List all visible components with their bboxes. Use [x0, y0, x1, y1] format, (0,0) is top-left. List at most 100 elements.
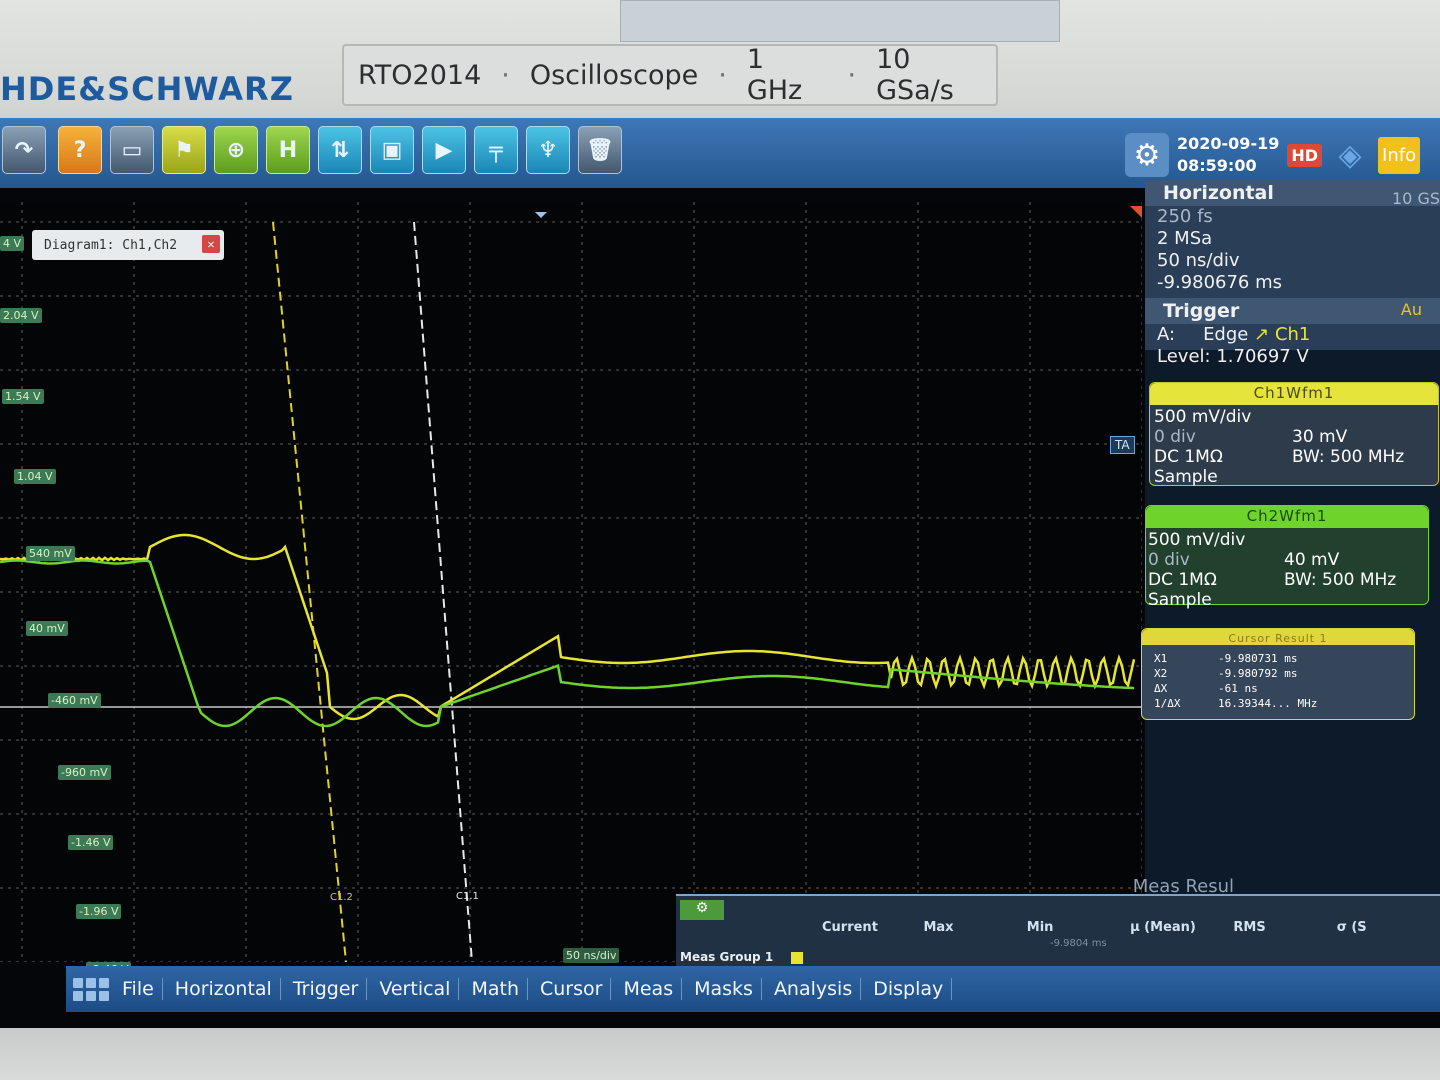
menu-cursor[interactable]: Cursor: [532, 978, 612, 1000]
separator: ·: [718, 59, 727, 91]
cursor-result-value: -61 ns: [1218, 682, 1258, 695]
trigger-channel: Ch1: [1274, 324, 1311, 345]
open-file-icon: ▭: [121, 137, 143, 163]
open-file-button[interactable]: ▭: [110, 126, 154, 174]
ch2-mode: Sample: [1148, 590, 1212, 610]
time: 08:59:00: [1177, 156, 1257, 175]
trigger-position-marker[interactable]: [535, 212, 547, 218]
trigger-source: A:: [1157, 324, 1176, 345]
menu-analysis[interactable]: Analysis: [766, 978, 862, 1000]
ch1-offset: 0 div: [1154, 427, 1196, 447]
delete-icon: 🗑: [586, 137, 614, 163]
meas-columns: Current Max Min μ (Mean) RMS σ (S: [822, 920, 1367, 935]
hd-badge[interactable]: HD: [1287, 143, 1323, 167]
rising-edge-icon: ↗: [1254, 324, 1270, 345]
trigger-title[interactable]: Trigger Au: [1145, 298, 1440, 324]
model-name: RTO2014: [358, 59, 482, 91]
volt-label: 2.04 V: [0, 308, 42, 323]
separator: ·: [847, 59, 857, 91]
ch1-params-right: 30 mV BW: 500 MHz: [1292, 427, 1404, 467]
meas-title: Meas Resul: [1132, 876, 1234, 897]
menu-vertical[interactable]: Vertical: [371, 978, 460, 1000]
sample-time: 250 fs: [1157, 206, 1213, 227]
help-icon: ?: [73, 137, 87, 163]
horizontal-position: -9.980676 ms: [1157, 272, 1283, 293]
diagram-tab[interactable]: Diagram1: Ch1,Ch2 ✕: [32, 230, 224, 260]
graticule: [0, 202, 1143, 963]
cursor-result-value: -9.980731 ms: [1218, 652, 1298, 665]
timebase-label: 50 ns/div: [563, 948, 620, 963]
menu-file[interactable]: File: [114, 978, 163, 1000]
volt-label: -960 mV: [58, 765, 111, 780]
delete-button[interactable]: 🗑: [578, 126, 622, 174]
waveform-diagram[interactable]: [0, 202, 1143, 963]
volt-label: 40 mV: [26, 621, 68, 636]
horizontal-panel[interactable]: Horizontal 250 fs 10 GS 2 MSa 50 ns/div …: [1145, 180, 1440, 367]
measure-button[interactable]: ⇅: [318, 126, 362, 174]
rate: 10 GS: [1392, 189, 1440, 208]
ch1-info-box[interactable]: Ch1Wfm1 500 mV/div 0 div DC 1MΩ Sample 3…: [1149, 382, 1439, 487]
history-button[interactable]: H: [266, 126, 310, 174]
help-button[interactable]: ?: [58, 126, 102, 174]
ch1-coupling: DC 1MΩ: [1154, 447, 1223, 467]
zoom-icon: ⊕: [226, 137, 246, 163]
close-icon[interactable]: ✕: [202, 235, 220, 253]
menu-display[interactable]: Display: [865, 978, 953, 1000]
cursor-result-value: -9.980792 ms: [1218, 667, 1298, 680]
menu-trigger[interactable]: Trigger: [285, 978, 368, 1000]
cursor-line-c12[interactable]: [272, 221, 347, 963]
record-length: 2 MSa: [1157, 228, 1213, 249]
ch2-waveform: [0, 559, 1135, 728]
cursor-result-row: X2 -9.980792 ms: [1142, 666, 1414, 681]
histogram-button[interactable]: ♆: [526, 126, 570, 174]
cursor-result-row: ΔX -61 ns: [1142, 681, 1414, 696]
trigger-level-row: Level: 1.70697 V: [1145, 346, 1440, 368]
menu-bar: File Horizontal Trigger Vertical Math Cursor M…: [66, 966, 1440, 1012]
meas-min-hint: -9.9804 ms: [1050, 938, 1107, 949]
mask-button[interactable]: ▶: [422, 126, 466, 174]
info-button[interactable]: Info: [1378, 136, 1421, 174]
model-bandwidth: 1 GHz: [746, 44, 803, 106]
waveform-svg: [0, 202, 1143, 963]
volt-label: 540 mV: [26, 546, 75, 561]
menu-horizontal[interactable]: Horizontal: [167, 978, 281, 1000]
gear-icon[interactable]: ⚙: [680, 900, 724, 920]
undo-icon: ↷: [14, 137, 34, 163]
menu-math[interactable]: Math: [463, 978, 528, 1000]
menu-masks[interactable]: Masks: [686, 978, 762, 1000]
ch1-title: Ch1Wfm1: [1150, 383, 1438, 405]
app-grid-icon[interactable]: [72, 974, 110, 1004]
ch2-title: Ch2Wfm1: [1146, 506, 1428, 528]
volt-label: 4 V: [0, 236, 25, 251]
cursor-label-c11: C1.1: [456, 891, 479, 902]
menu-meas[interactable]: Meas: [615, 978, 683, 1000]
ch2-info-box[interactable]: Ch2Wfm1 500 mV/div 0 div DC 1MΩ Sample 4…: [1145, 505, 1429, 610]
trigger-level-marker[interactable]: TA: [1110, 436, 1135, 454]
cursor-result-box[interactable]: Cursor Result 1 X1 -9.980731 ms X2 -9.98079…: [1141, 628, 1415, 720]
ch1-params-left: 500 mV/div 0 div DC 1MΩ Sample: [1154, 407, 1314, 487]
cursor-result-rows: X1 -9.980731 ms X2 -9.980792 ms ΔX -61 ns 1/ΔX…: [1142, 651, 1414, 711]
ch1-position: 30 mV: [1292, 427, 1348, 447]
scope-screen: ↷? ▭ ⚑ ⊕ H ⇅ ▣ ▶ ╤ ♆ 🗑 ⚙ 2020-09-19 08:59:00 HD ◈ …: [0, 118, 1440, 1028]
undo-button[interactable]: ↷: [2, 126, 46, 174]
meas-results-panel[interactable]: Meas Resul ⚙ Current Max Min μ (Mean) RMS σ (…: [676, 876, 1440, 966]
signal-flag-button[interactable]: ⚑: [162, 126, 206, 174]
volt-label: 1.54 V: [2, 389, 44, 404]
cursor-result-label: ΔX: [1154, 682, 1168, 695]
status-area: ⚙ 2020-09-19 08:59:00 HD ◈ Info: [1125, 124, 1440, 186]
ch1-mode: Sample: [1154, 467, 1218, 487]
cursor-result-row: 1/ΔX 16.39344... MHz: [1142, 696, 1414, 711]
time-scale: 50 ns/div: [1157, 250, 1240, 271]
datetime: 2020-09-19 08:59:00: [1177, 133, 1279, 177]
side-panel: Horizontal 250 fs 10 GS 2 MSa 50 ns/div …: [1141, 180, 1440, 960]
cursor-line-c11[interactable]: [413, 221, 473, 963]
cursor-button[interactable]: ╤: [474, 126, 518, 174]
histogram-icon: ♆: [538, 137, 558, 163]
meas-group-label: Meas Group 1: [680, 950, 774, 964]
zoom-button[interactable]: ⊕: [214, 126, 258, 174]
zoom-region-button[interactable]: ▣: [370, 126, 414, 174]
brand-logo: HDE&SCHWARZ: [0, 70, 294, 108]
gear-icon[interactable]: ⚙: [1125, 133, 1169, 177]
cursor-result-label: X1: [1154, 652, 1168, 665]
history-icon: H: [278, 137, 298, 163]
